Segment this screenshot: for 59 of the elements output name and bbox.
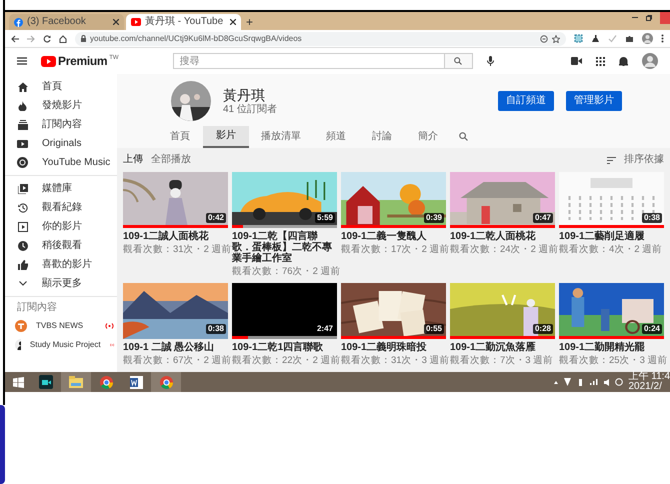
video-meta: 觀看次數：7次・3 週前: [450, 355, 554, 366]
duration-badge: 0:38: [206, 324, 226, 334]
search-field[interactable]: 搜尋: [172, 53, 445, 69]
sidebar-item[interactable]: YouTube Music: [5, 153, 117, 172]
channel-tab[interactable]: 簡介: [405, 126, 451, 148]
duration-badge: 0:47: [532, 213, 553, 223]
subscription-item[interactable]: TVBS NEWS: [5, 316, 117, 335]
url-text: youtube.com/channel/UCtj9Ku6lM-bD8GcuSrqwgBA/videos: [90, 34, 302, 44]
video-title[interactable]: 109-1二勤開精光罷: [559, 342, 664, 353]
browser-tab[interactable]: 黃丹琪 - YouTube: [126, 14, 241, 30]
duration-badge: 0:42: [206, 213, 226, 223]
duration-badge: 0:39: [424, 213, 444, 223]
video-title[interactable]: 109-1二藝削足適履: [559, 231, 664, 242]
tab-title: 黃丹琪 - YouTube: [145, 16, 224, 28]
taskbar-time[interactable]: 上午 11:4: [628, 372, 670, 382]
sidebar-item[interactable]: 發燒影片: [5, 96, 117, 115]
video-title[interactable]: 109-1二乾人面桃花: [450, 231, 555, 242]
sidebar-item[interactable]: 媒體庫: [5, 179, 117, 198]
sidebar-item[interactable]: 你的影片: [5, 217, 117, 236]
browser-tab[interactable]: (3) Facebook: [9, 14, 124, 30]
duration-badge: 0:28: [532, 324, 553, 334]
sidebar-item[interactable]: 稍後觀看: [5, 236, 117, 255]
video-title[interactable]: 109-1二誠人面桃花: [123, 231, 228, 242]
channel-tab[interactable]: 播放清單: [249, 126, 313, 148]
video-title[interactable]: 109-1二乾1四言聯歌: [232, 342, 337, 353]
taskbar-date[interactable]: 2021/2/: [628, 382, 670, 392]
duration-badge: 2:47: [314, 324, 335, 334]
channel-tab[interactable]: 討論: [359, 126, 405, 148]
section-heading: 訂閱內容: [16, 300, 58, 315]
video-title[interactable]: 109-1二義明珠暗投: [341, 342, 446, 353]
video-title[interactable]: 109-1 二誠 愚公移山: [123, 342, 228, 353]
tab-title: (3) Facebook: [27, 16, 87, 28]
sidebar-item[interactable]: Originals: [5, 134, 117, 153]
sidebar-item[interactable]: 喜歡的影片: [5, 255, 117, 274]
channel-name: 黃丹琪: [223, 86, 266, 104]
duration-badge: 5:59: [314, 213, 335, 223]
video-title[interactable]: 109-1二義一隻醜人: [341, 231, 446, 242]
new-tab-button[interactable]: +: [246, 14, 254, 30]
sidebar-item[interactable]: 顯示更多: [5, 274, 117, 293]
sidebar-item[interactable]: 首頁: [5, 77, 117, 96]
video-title[interactable]: 109-1二乾【四言聯歌．蛋棒板】二乾不專業手繪工作室: [232, 231, 337, 264]
video-title[interactable]: 109-1二勤沉魚落雁: [450, 342, 555, 353]
channel-tab[interactable]: 頻道: [313, 126, 359, 148]
sidebar-item[interactable]: 觀看紀錄: [5, 198, 117, 217]
subscription-item[interactable]: Study Music Project: [5, 335, 117, 354]
channel-tab[interactable]: 首頁: [157, 126, 203, 148]
sort-button[interactable]: 排序依據: [624, 154, 664, 166]
sidebar-item[interactable]: 訂閱內容: [5, 115, 117, 134]
duration-badge: 0:55: [424, 324, 444, 334]
channel-tab[interactable]: 影片: [203, 126, 249, 148]
duration-badge: 0:38: [642, 213, 662, 223]
subscriber-count: 41 位訂閱者: [223, 104, 278, 116]
channel-action-button[interactable]: 自訂頻道: [498, 91, 554, 111]
play-all-link[interactable]: 全部播放: [151, 154, 191, 166]
channel-action-button[interactable]: 管理影片: [566, 91, 622, 111]
video-meta: 觀看次數：4次・2 週前: [559, 244, 664, 255]
duration-badge: 0:24: [642, 324, 662, 334]
section-title: 上傳: [123, 154, 143, 166]
address-field[interactable]: youtube.com/channel/UCtj9Ku6lM-bD8GcuSrqwgBA/videos: [75, 32, 566, 46]
